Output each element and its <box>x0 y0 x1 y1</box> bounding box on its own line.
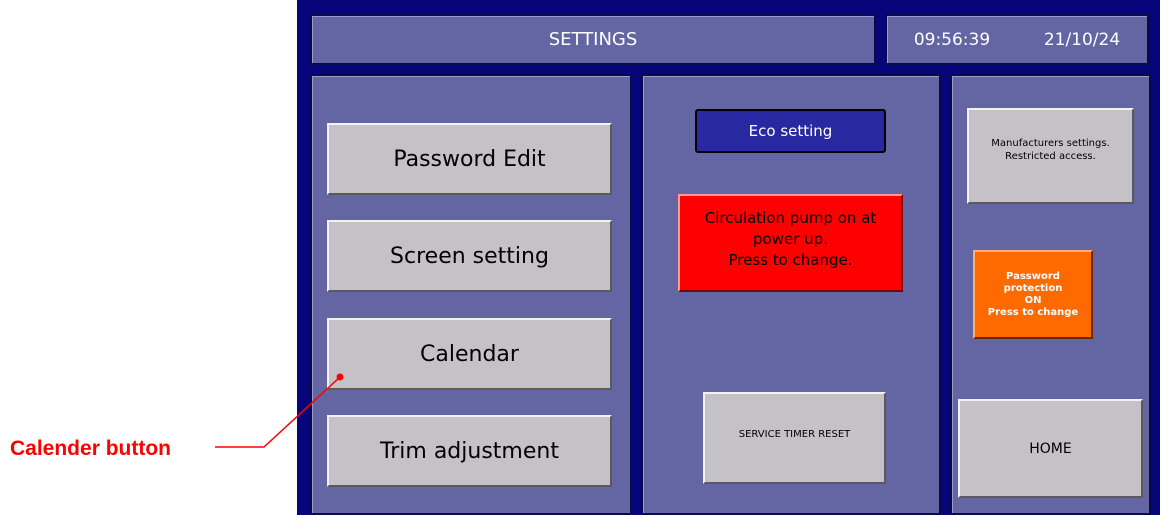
screen-setting-button[interactable]: Screen setting <box>327 220 612 292</box>
password-protection-button[interactable]: Password protection ON Press to change <box>973 250 1093 339</box>
home-button[interactable]: HOME <box>958 399 1143 498</box>
trim-adjustment-button[interactable]: Trim adjustment <box>327 415 612 487</box>
service-timer-reset-button[interactable]: SERVICE TIMER RESET <box>703 392 886 484</box>
clock-date: 21/10/24 <box>1043 29 1121 50</box>
calendar-annotation-label: Calender button <box>10 437 171 460</box>
eco-setting-label: Eco setting <box>695 109 886 153</box>
manufacturer-settings-button[interactable]: Manufacturers settings. Restricted acces… <box>967 108 1134 204</box>
clock-time: 09:56:39 <box>913 29 991 50</box>
clock-bar: 09:56:39 21/10/24 <box>885 14 1149 65</box>
title-bar: SETTINGS <box>310 14 876 65</box>
page-title: SETTINGS <box>548 29 638 50</box>
calendar-button[interactable]: Calendar <box>327 318 612 390</box>
password-edit-button[interactable]: Password Edit <box>327 123 612 195</box>
circulation-pump-button[interactable]: Circulation pump on at power up. Press t… <box>678 194 903 292</box>
